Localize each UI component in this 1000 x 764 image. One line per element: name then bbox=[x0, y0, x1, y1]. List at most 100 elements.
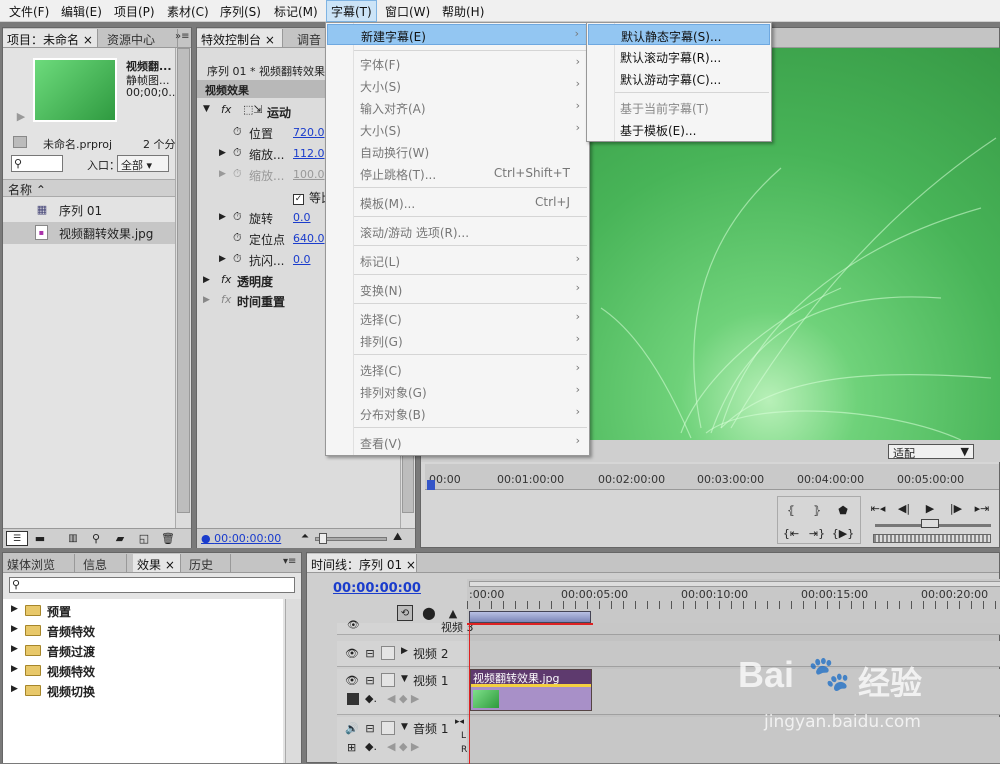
sync-lock-icon[interactable]: ⊟ bbox=[363, 646, 377, 660]
column-header-name[interactable]: 名称 ⌃ bbox=[3, 179, 175, 197]
lock-icon[interactable] bbox=[381, 673, 395, 687]
submenu-default-roll[interactable]: 默认滚动字幕(R)... bbox=[588, 46, 770, 67]
step-back-icon[interactable]: ◀| bbox=[893, 498, 915, 518]
video-clip[interactable]: 视频翻转效果.jpg bbox=[470, 669, 592, 711]
play-icon[interactable]: ▶ bbox=[919, 498, 941, 518]
mark-out-icon[interactable]: ⦄ bbox=[806, 500, 828, 520]
new-item-icon[interactable]: ◱ bbox=[137, 531, 151, 546]
jog-wheel[interactable] bbox=[873, 534, 991, 543]
effects-search-input[interactable]: ⚲ bbox=[9, 577, 295, 593]
menu-item-word-wrap[interactable]: 自动换行(W) bbox=[327, 141, 588, 162]
zoom-bar[interactable] bbox=[469, 581, 1000, 587]
submenu-based-on-template[interactable]: 基于模板(E)... bbox=[588, 119, 770, 140]
menu-help[interactable]: 帮助(H) bbox=[442, 3, 484, 20]
shuttle-thumb[interactable] bbox=[921, 519, 939, 528]
menu-edit[interactable]: 编辑(E) bbox=[61, 3, 102, 20]
list-item[interactable]: ▪ 视频翻转效果.jpg bbox=[3, 222, 175, 244]
folder-audio-transitions[interactable]: ▶ 音频过渡 bbox=[3, 641, 283, 661]
monitor-ruler[interactable]: 00:00 00:01:00:00 00:02:00:00 00:03:00:0… bbox=[425, 464, 999, 490]
keyframe-nav-icon[interactable]: ◆. bbox=[365, 692, 377, 705]
folder-video-transitions[interactable]: ▶ 视频切换 bbox=[3, 681, 283, 701]
menu-item-align-objects[interactable]: 排列对象(G) › bbox=[327, 381, 588, 402]
tab-info[interactable]: 信息 bbox=[79, 554, 127, 572]
menu-item-arrange[interactable]: 排列(G) › bbox=[327, 330, 588, 351]
play-in-out-icon[interactable]: {▶} bbox=[832, 523, 854, 543]
keyframe-arrows-icon[interactable]: ◀ ◆ ▶ bbox=[387, 692, 419, 705]
menu-marker[interactable]: 标记(M) bbox=[274, 3, 318, 20]
menu-item-tab-stops[interactable]: 停止跳格(T)... Ctrl+Shift+T bbox=[327, 163, 588, 184]
find-icon[interactable]: ⚲ bbox=[89, 531, 103, 546]
sync-lock-icon[interactable]: ⊟ bbox=[363, 721, 377, 735]
menu-item-size-2[interactable]: 大小(S) › bbox=[327, 119, 588, 140]
scrollbar-thumb[interactable] bbox=[177, 48, 190, 513]
tab-timeline[interactable]: 时间线：序列 01 × bbox=[307, 554, 417, 572]
next-marker-icon[interactable]: ▸⇥ bbox=[971, 498, 993, 518]
menu-item-select-2[interactable]: 选择(C) › bbox=[327, 359, 588, 380]
fit-dropdown[interactable]: 适配 ▼ bbox=[888, 444, 974, 460]
submenu-default-crawl[interactable]: 默认游动字幕(C)... bbox=[588, 68, 770, 89]
menu-item-transform[interactable]: 变换(N) › bbox=[327, 279, 588, 300]
set-marker-icon[interactable]: ⬟ bbox=[832, 500, 854, 520]
list-item[interactable]: ▦ 序列 01 bbox=[3, 199, 175, 221]
speaker-icon[interactable]: 🔊 bbox=[345, 721, 359, 735]
lock-icon[interactable] bbox=[381, 646, 395, 660]
playhead-line[interactable] bbox=[469, 623, 470, 764]
mark-in-icon[interactable]: ⦃ bbox=[780, 500, 802, 520]
sync-lock-icon[interactable]: ⊟ bbox=[363, 673, 377, 687]
folder-presets[interactable]: ▶ 预置 bbox=[3, 601, 283, 621]
menu-item-new-title[interactable]: 新建字幕(E) › bbox=[327, 24, 588, 45]
menu-window[interactable]: 窗口(W) bbox=[385, 3, 430, 20]
menu-project[interactable]: 项目(P) bbox=[114, 3, 155, 20]
search-input[interactable]: ⚲ bbox=[11, 155, 63, 172]
folder-video-effects[interactable]: ▶ 视频特效 bbox=[3, 661, 283, 681]
list-view-icon[interactable]: ☰ bbox=[6, 531, 28, 546]
zoom-slider-thumb[interactable] bbox=[319, 533, 327, 544]
tab-media-browser[interactable]: 媒体浏览 bbox=[3, 554, 75, 572]
work-area-bar[interactable] bbox=[469, 611, 591, 623]
step-forward-icon[interactable]: |▶ bbox=[945, 498, 967, 518]
keyframe-arrows-icon[interactable]: ◀ ◆ ▶ bbox=[387, 740, 419, 753]
zoom-out-icon[interactable]: ⏶ bbox=[301, 531, 309, 542]
effect-timecode[interactable]: ● 00:00:00:00 bbox=[201, 532, 281, 545]
project-scrollbar[interactable] bbox=[175, 48, 191, 528]
menu-title[interactable]: 字幕(T) bbox=[326, 0, 377, 22]
menu-item-size[interactable]: 大小(S) › bbox=[327, 75, 588, 96]
menu-item-roll-crawl[interactable]: 滚动/游动 选项(R)... bbox=[327, 221, 588, 242]
play-thumbnail-icon[interactable]: ▶ bbox=[13, 108, 29, 124]
clip-opacity-line[interactable] bbox=[471, 684, 591, 687]
goto-out-icon[interactable]: ⇥} bbox=[806, 523, 828, 543]
tab-history[interactable]: 历史 bbox=[185, 554, 231, 572]
zoom-in-icon[interactable]: ⛰ bbox=[393, 530, 402, 544]
eye-icon[interactable]: 👁 bbox=[345, 646, 359, 660]
automate-icon[interactable]: ▥ bbox=[65, 531, 81, 546]
keyframe-display-icon[interactable] bbox=[347, 693, 359, 705]
trash-icon[interactable]: 🗑 bbox=[161, 531, 175, 546]
panel-menu-icon[interactable]: »≡ bbox=[175, 31, 190, 43]
menu-sequence[interactable]: 序列(S) bbox=[220, 3, 261, 20]
menu-item-distribute-objects[interactable]: 分布对象(B) › bbox=[327, 403, 588, 424]
tab-effects[interactable]: 效果 × bbox=[133, 554, 181, 572]
tab-effect-controls[interactable]: 特效控制台 × bbox=[197, 29, 283, 47]
menu-item-logo[interactable]: 标记(L) › bbox=[327, 250, 588, 271]
prev-marker-icon[interactable]: ⇤◂ bbox=[867, 498, 889, 518]
effects-scrollbar[interactable] bbox=[285, 599, 301, 763]
goto-in-icon[interactable]: {⇤ bbox=[780, 523, 802, 543]
timeline-timecode[interactable]: 00:00:00:00 bbox=[333, 581, 421, 596]
lock-icon[interactable] bbox=[381, 721, 395, 735]
new-bin-icon[interactable]: ▰ bbox=[113, 531, 127, 546]
menu-clip[interactable]: 素材(C) bbox=[167, 3, 209, 20]
menu-item-templates[interactable]: 模板(M)... Ctrl+J bbox=[327, 192, 588, 213]
playhead-icon[interactable] bbox=[427, 480, 435, 490]
menu-item-font[interactable]: 字体(F) › bbox=[327, 53, 588, 74]
waveform-icon[interactable]: ⊞ bbox=[347, 741, 356, 754]
entry-dropdown[interactable]: 全部 ▾ bbox=[117, 155, 169, 172]
panel-menu-icon[interactable]: ▾≡ bbox=[283, 556, 297, 568]
folder-audio-effects[interactable]: ▶ 音频特效 bbox=[3, 621, 283, 641]
submenu-based-on-current[interactable]: 基于当前字幕(T) bbox=[588, 97, 770, 118]
snap-icon[interactable]: ⟲ bbox=[397, 605, 413, 621]
tab-project[interactable]: 项目：未命名 × bbox=[3, 29, 98, 47]
tab-resource-center[interactable]: 资源中心 bbox=[103, 29, 178, 47]
eye-icon[interactable]: 👁 bbox=[345, 673, 359, 687]
keyframe-nav-icon[interactable]: ◆. bbox=[365, 740, 377, 753]
icon-view-icon[interactable]: ▬ bbox=[33, 531, 47, 546]
